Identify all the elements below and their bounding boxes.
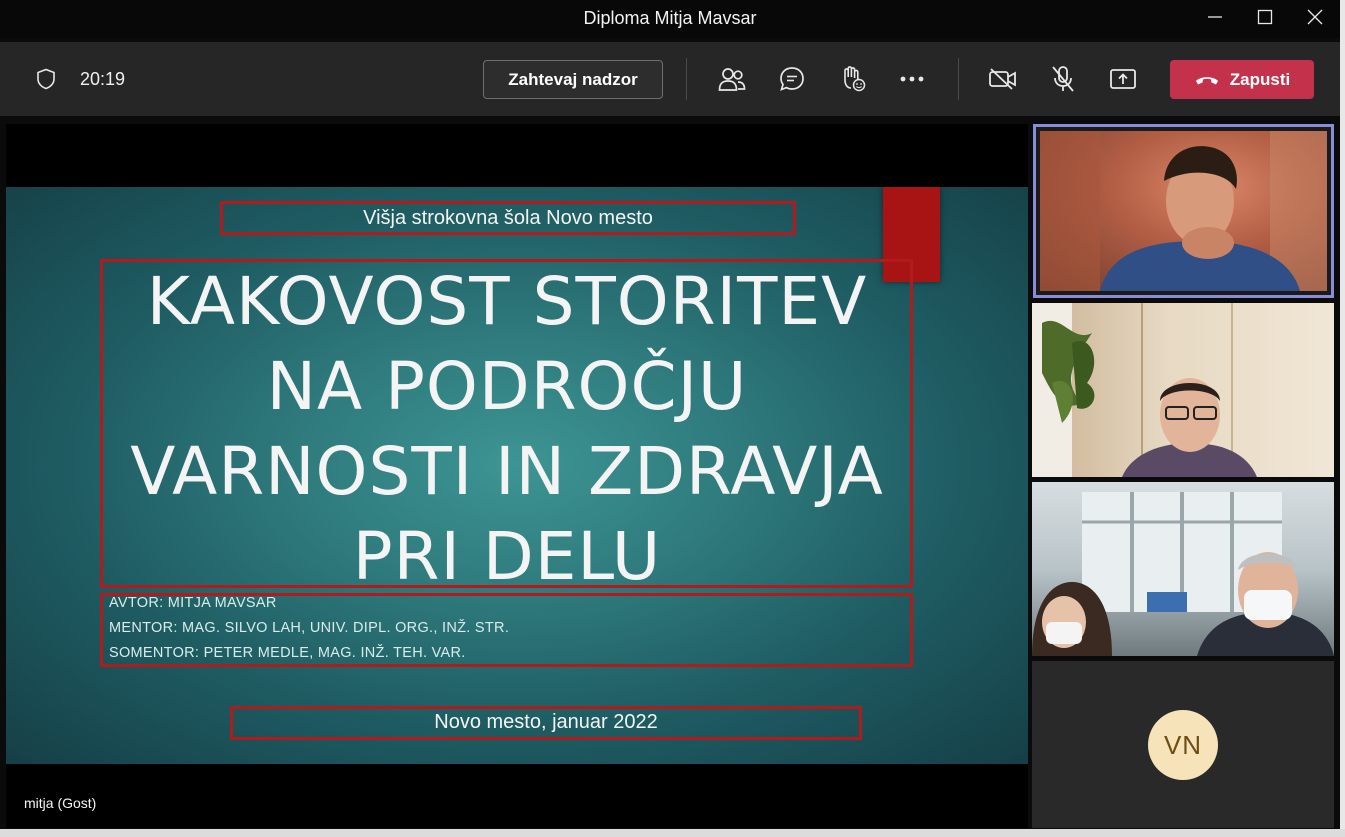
raise-hand-icon — [844, 66, 866, 92]
request-control-button[interactable]: Zahtevaj nadzor — [483, 60, 663, 99]
mic-toggle-button[interactable] — [1043, 59, 1083, 99]
co-mentor-credit: SOMENTOR: PETER MEDLE, MAG. INŽ. TEH. VA… — [109, 645, 466, 661]
meeting-timer: 20:19 — [80, 69, 126, 89]
taskbar-strip — [0, 829, 1345, 837]
more-actions-button[interactable] — [892, 59, 932, 99]
slide-title-line: VARNOSTI IN ZDRAVJA — [130, 433, 884, 510]
slide-title-line: KAKOVOST STORITEV — [146, 263, 868, 340]
toolbar-divider — [958, 58, 959, 100]
teams-meeting-window: Diploma Mitja Mavsar 20:19 Zahtevaj nadz… — [0, 0, 1345, 837]
participants-button[interactable] — [712, 59, 752, 99]
close-button[interactable] — [1292, 2, 1338, 32]
close-icon — [1307, 9, 1323, 25]
shield-icon — [37, 68, 55, 90]
share-icon — [1110, 69, 1136, 89]
minimize-button[interactable] — [1192, 2, 1238, 32]
meeting-toolbar: 20:19 Zahtevaj nadzor Zapusti — [0, 42, 1340, 116]
toolbar-divider — [686, 58, 687, 100]
minimize-icon — [1208, 16, 1222, 18]
maximize-icon — [1257, 9, 1273, 25]
mic-off-icon — [1052, 66, 1074, 92]
maximize-button[interactable] — [1242, 2, 1288, 32]
slide-date: Novo mesto, januar 2022 — [434, 711, 658, 733]
mentor-credit: MENTOR: MAG. SILVO LAH, UNIV. DIPL. ORG.… — [109, 620, 510, 636]
participant-video — [1040, 131, 1327, 291]
slide-title-line: PRI DELU — [352, 518, 662, 595]
presenter-name-label: mitja (Gost) — [24, 795, 97, 811]
participant-video-tile[interactable] — [1032, 303, 1334, 477]
leave-button[interactable]: Zapusti — [1170, 60, 1314, 99]
slide-title-line: NA PODROČJU — [266, 348, 748, 425]
slide-school-name: Višja strokovna šola Novo mesto — [363, 207, 653, 229]
chat-icon — [780, 67, 804, 91]
participant-silhouette — [1040, 131, 1327, 291]
participants-icon — [718, 68, 746, 91]
title-bar: Diploma Mitja Mavsar — [0, 0, 1340, 38]
shared-content-stage[interactable]: Višja strokovna šola Novo mesto KAKOVOST… — [6, 124, 1028, 828]
avatar: VN — [1148, 710, 1218, 780]
phone-icon — [1195, 76, 1218, 84]
camera-off-icon — [989, 68, 1016, 90]
background-window-edge — [1340, 0, 1345, 837]
author-credit: AVTOR: MITJA MAVSAR — [109, 595, 277, 611]
participant-video-tile[interactable] — [1032, 482, 1334, 656]
presentation-slide: Višja strokovna šola Novo mesto KAKOVOST… — [6, 187, 1028, 764]
meeting-info-button[interactable] — [26, 59, 66, 99]
camera-toggle-button[interactable] — [983, 59, 1023, 99]
more-icon — [900, 76, 924, 82]
participant-video-tile-active[interactable] — [1033, 124, 1334, 298]
participant-video — [1032, 492, 1334, 656]
window-title: Diploma Mitja Mavsar — [583, 8, 757, 28]
chat-button[interactable] — [772, 59, 812, 99]
slide-title: KAKOVOST STORITEV NA PODROČJU VARNOSTI I… — [101, 259, 913, 599]
participant-avatar-tile[interactable]: VN — [1032, 661, 1334, 828]
reactions-button[interactable] — [832, 59, 872, 99]
leave-label: Zapusti — [1229, 69, 1291, 89]
share-screen-button[interactable] — [1103, 59, 1143, 99]
participant-video — [1032, 303, 1257, 477]
